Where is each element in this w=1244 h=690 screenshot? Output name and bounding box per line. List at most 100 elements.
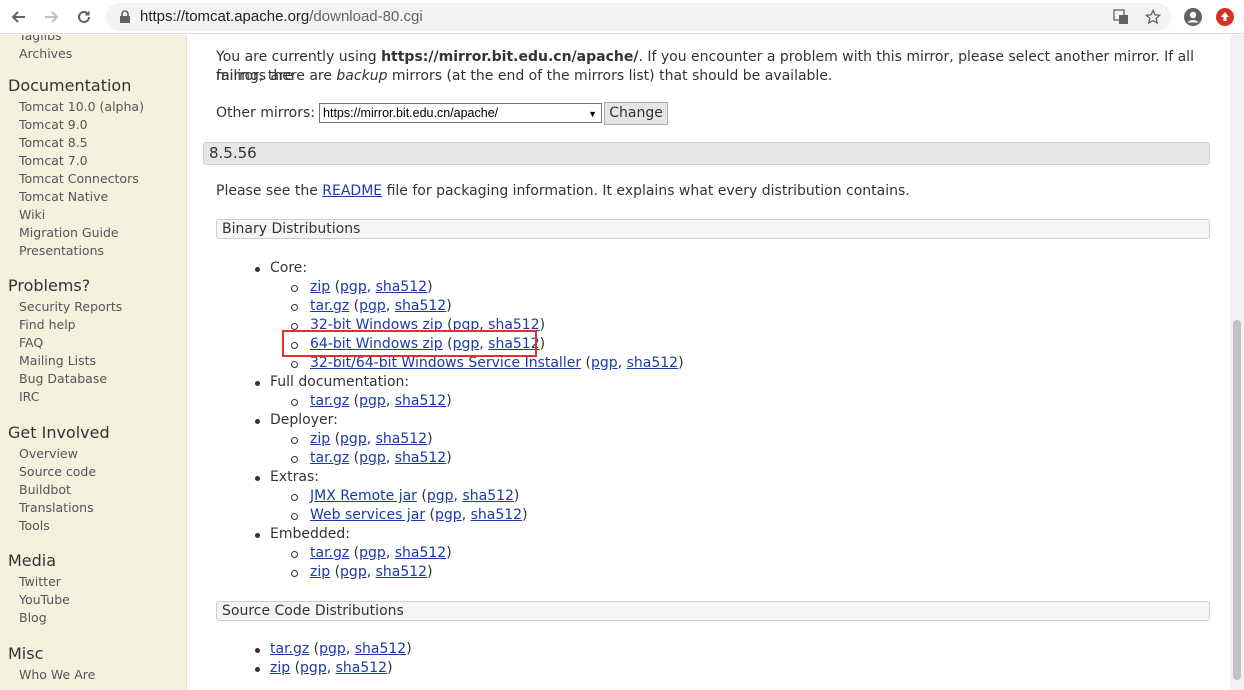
core-targz-sha512-link[interactable]: sha512 <box>395 298 446 314</box>
embedded-targz-sha512-link[interactable]: sha512 <box>395 545 446 561</box>
list-item: tar.gz (pgp, sha512) <box>310 545 452 561</box>
list-bullet <box>291 361 298 368</box>
source-zip-link[interactable]: zip <box>270 660 290 676</box>
list-bullet <box>291 304 298 311</box>
core-zip-pgp-link[interactable]: pgp <box>340 279 367 295</box>
embedded-zip-pgp-link[interactable]: pgp <box>340 564 367 580</box>
sidebar-item-overview[interactable]: Overview <box>0 445 186 463</box>
sidebar-item-security[interactable]: Security Reports <box>0 298 186 316</box>
deployer-zip-pgp-link[interactable]: pgp <box>340 431 367 447</box>
sidebar-item-irc[interactable]: IRC <box>0 388 186 406</box>
readme-link[interactable]: README <box>322 183 382 199</box>
embedded-targz-pgp-link[interactable]: pgp <box>359 545 386 561</box>
sidebar-item-mailing-lists[interactable]: Mailing Lists <box>0 352 186 370</box>
main-content: You are currently using https://mirror.b… <box>188 35 1230 690</box>
sidebar-item-wiki[interactable]: Wiki <box>0 206 186 224</box>
deployer-targz-sha512-link[interactable]: sha512 <box>395 450 446 466</box>
reload-button[interactable] <box>71 4 97 30</box>
back-button[interactable] <box>6 4 32 30</box>
sidebar-heading-get-involved: Get Involved <box>8 423 110 442</box>
deployer-zip-link[interactable]: zip <box>310 431 330 447</box>
sidebar-item-buildbot[interactable]: Buildbot <box>0 481 186 499</box>
deployer-targz-link[interactable]: tar.gz <box>310 450 349 466</box>
sidebar-item-translations[interactable]: Translations <box>0 499 186 517</box>
translate-icon[interactable] <box>1111 7 1131 27</box>
sidebar-item-native[interactable]: Tomcat Native <box>0 188 186 206</box>
list-bullet <box>291 456 298 463</box>
deployer-targz-pgp-link[interactable]: pgp <box>359 450 386 466</box>
list-bullet <box>255 381 260 386</box>
core-zip-link[interactable]: zip <box>310 279 330 295</box>
extras-ws-pgp-link[interactable]: pgp <box>435 507 462 523</box>
bookmark-star-icon[interactable] <box>1143 7 1163 27</box>
mirror-notice-line2: failing, there are backup mirrors (at th… <box>216 68 833 84</box>
forward-arrow-icon <box>45 11 59 23</box>
source-zip-sha512-link[interactable]: sha512 <box>336 660 387 676</box>
sidebar-item-who-we-are[interactable]: Who We Are <box>0 666 186 684</box>
list-bullet <box>291 437 298 444</box>
deployer-label: Deployer: <box>270 412 338 428</box>
source-targz-pgp-link[interactable]: pgp <box>319 641 346 657</box>
sidebar-item-tomcat-10[interactable]: Tomcat 10.0 (alpha) <box>0 98 186 116</box>
profile-icon[interactable] <box>1181 5 1205 29</box>
sidebar-item-faq[interactable]: FAQ <box>0 334 186 352</box>
core-installer-sha512-link[interactable]: sha512 <box>627 355 678 371</box>
sidebar-item-blog[interactable]: Blog <box>0 609 186 627</box>
sidebar-item-youtube[interactable]: YouTube <box>0 591 186 609</box>
core-installer-pgp-link[interactable]: pgp <box>591 355 618 371</box>
core-targz-pgp-link[interactable]: pgp <box>359 298 386 314</box>
embedded-zip-link[interactable]: zip <box>310 564 330 580</box>
mirror-select[interactable]: https://mirror.bit.edu.cn/apache/▼ <box>319 103 603 123</box>
list-bullet <box>255 533 260 538</box>
embedded-targz-link[interactable]: tar.gz <box>310 545 349 561</box>
embedded-label: Embedded: <box>270 526 350 542</box>
core-zip-sha512-link[interactable]: sha512 <box>376 279 427 295</box>
fulldoc-label: Full documentation: <box>270 374 410 390</box>
fulldoc-targz-link[interactable]: tar.gz <box>310 393 349 409</box>
sidebar-item-migration[interactable]: Migration Guide <box>0 224 186 242</box>
back-arrow-icon <box>11 11 25 23</box>
extras-jmx-link[interactable]: JMX Remote jar <box>310 488 417 504</box>
list-item: zip (pgp, sha512) <box>270 660 393 676</box>
extension-icon[interactable] <box>1213 5 1237 29</box>
source-targz-sha512-link[interactable]: sha512 <box>355 641 406 657</box>
extras-ws-link[interactable]: Web services jar <box>310 507 425 523</box>
sidebar-item-find-help[interactable]: Find help <box>0 316 186 334</box>
sidebar-item-taglibs[interactable]: Taglibs <box>0 35 186 45</box>
list-bullet <box>291 285 298 292</box>
list-item: Web services jar (pgp, sha512) <box>310 507 528 523</box>
sidebar-item-twitter[interactable]: Twitter <box>0 573 186 591</box>
sidebar-item-tomcat-85[interactable]: Tomcat 8.5 <box>0 134 186 152</box>
source-targz-link[interactable]: tar.gz <box>270 641 309 657</box>
forward-button[interactable] <box>38 4 64 30</box>
extras-jmx-sha512-link[interactable]: sha512 <box>462 488 513 504</box>
core-installer-link[interactable]: 32-bit/64-bit Windows Service Installer <box>310 355 581 371</box>
list-bullet <box>255 267 260 272</box>
address-bar[interactable]: https://tomcat.apache.org/download-80.cg… <box>106 3 1171 31</box>
sidebar-item-bug-database[interactable]: Bug Database <box>0 370 186 388</box>
sidebar-item-archives[interactable]: Archives <box>0 45 186 63</box>
list-bullet <box>291 513 298 520</box>
extras-ws-sha512-link[interactable]: sha512 <box>471 507 522 523</box>
scrollbar-thumb[interactable] <box>1233 320 1241 680</box>
core-label: Core: <box>270 260 308 276</box>
sidebar-item-tomcat-9[interactable]: Tomcat 9.0 <box>0 116 186 134</box>
source-zip-pgp-link[interactable]: pgp <box>300 660 327 676</box>
fulldoc-sha512-link[interactable]: sha512 <box>395 393 446 409</box>
extras-jmx-pgp-link[interactable]: pgp <box>427 488 454 504</box>
fulldoc-pgp-link[interactable]: pgp <box>359 393 386 409</box>
embedded-zip-sha512-link[interactable]: sha512 <box>376 564 427 580</box>
extras-label: Extras: <box>270 469 319 485</box>
sidebar-item-connectors[interactable]: Tomcat Connectors <box>0 170 186 188</box>
core-targz-link[interactable]: tar.gz <box>310 298 349 314</box>
list-bullet <box>291 551 298 558</box>
browser-toolbar: https://tomcat.apache.org/download-80.cg… <box>0 0 1244 34</box>
lock-icon <box>120 10 130 23</box>
source-distributions-heading: Source Code Distributions <box>216 601 1210 621</box>
deployer-zip-sha512-link[interactable]: sha512 <box>376 431 427 447</box>
sidebar-item-presentations[interactable]: Presentations <box>0 242 186 260</box>
change-button[interactable]: Change <box>604 101 669 125</box>
sidebar-item-tomcat-7[interactable]: Tomcat 7.0 <box>0 152 186 170</box>
sidebar-item-tools[interactable]: Tools <box>0 517 186 535</box>
sidebar-item-source-code[interactable]: Source code <box>0 463 186 481</box>
